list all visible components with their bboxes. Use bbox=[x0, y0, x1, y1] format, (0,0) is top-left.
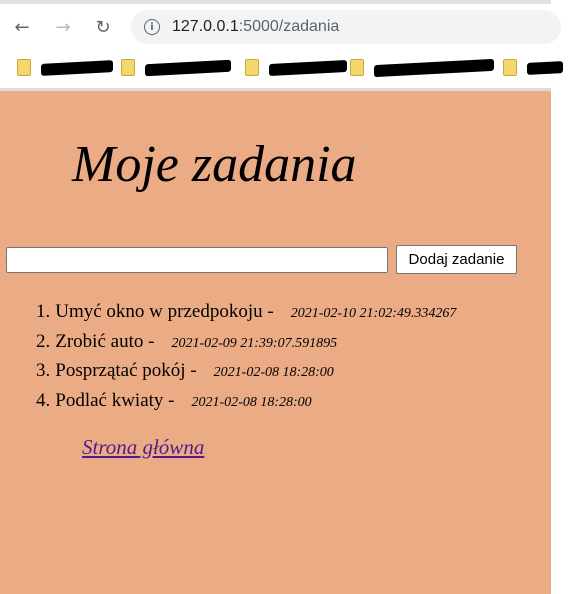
task-timestamp: 2021-02-09 21:39:07.591895 bbox=[171, 335, 338, 351]
url-host: 127.0.0.1 bbox=[172, 18, 239, 35]
task-list: 1. Umyć okno w przedpokoju - 2021-02-10 … bbox=[36, 301, 456, 419]
address-bar[interactable]: i 127.0.0.1:5000/zadania bbox=[131, 10, 561, 44]
bookmark-item[interactable] bbox=[245, 59, 347, 76]
folder-icon bbox=[17, 59, 31, 76]
task-timestamp: 2021-02-08 18:28:00 bbox=[191, 394, 312, 410]
bookmarks-bar bbox=[0, 48, 571, 88]
reload-icon[interactable]: ↻ bbox=[90, 14, 116, 40]
redacted-label bbox=[374, 58, 494, 77]
address-url[interactable]: 127.0.0.1:5000/zadania bbox=[172, 18, 339, 36]
task-name: Zrobić auto - bbox=[55, 330, 155, 352]
task-item: 2. Zrobić auto - 2021-02-09 21:39:07.591… bbox=[36, 331, 456, 361]
page-title: Moje zadania bbox=[72, 136, 357, 193]
task-item: 1. Umyć okno w przedpokoju - 2021-02-10 … bbox=[36, 301, 456, 331]
forward-icon[interactable]: → bbox=[50, 14, 76, 40]
task-number: 4. bbox=[36, 389, 51, 411]
back-icon[interactable]: ← bbox=[9, 14, 35, 40]
browser-toolbar: ← → ↻ i 127.0.0.1:5000/zadania bbox=[0, 4, 571, 48]
task-timestamp: 2021-02-10 21:02:49.334267 bbox=[290, 306, 457, 321]
task-item: 4. Podlać kwiaty - 2021-02-08 18:28:00 bbox=[36, 390, 456, 420]
task-input[interactable] bbox=[6, 247, 388, 273]
redacted-label bbox=[41, 59, 113, 76]
bookmark-item[interactable] bbox=[121, 59, 231, 76]
page-content: Moje zadania Dodaj zadanie 1. Umyć okno … bbox=[0, 91, 551, 594]
home-link[interactable]: Strona główna bbox=[82, 435, 204, 460]
info-icon[interactable]: i bbox=[144, 19, 160, 35]
bookmark-item[interactable] bbox=[17, 59, 113, 76]
folder-icon bbox=[245, 59, 259, 76]
folder-icon bbox=[350, 59, 364, 76]
url-path: :5000/zadania bbox=[238, 18, 340, 35]
add-task-button[interactable]: Dodaj zadanie bbox=[396, 245, 517, 274]
task-number: 2. bbox=[36, 330, 51, 352]
task-name: Podlać kwiaty - bbox=[55, 389, 175, 411]
task-item: 3. Posprzątać pokój - 2021-02-08 18:28:0… bbox=[36, 360, 456, 390]
redacted-label bbox=[269, 59, 347, 76]
bookmark-item[interactable] bbox=[350, 58, 494, 77]
bookmark-item[interactable] bbox=[503, 59, 563, 76]
redacted-label bbox=[145, 59, 231, 76]
task-number: 1. bbox=[36, 301, 51, 322]
folder-icon bbox=[503, 59, 517, 76]
task-name: Umyć okno w przedpokoju - bbox=[55, 301, 274, 322]
task-timestamp: 2021-02-08 18:28:00 bbox=[213, 365, 334, 380]
redacted-label bbox=[527, 60, 563, 75]
task-number: 3. bbox=[36, 360, 51, 381]
task-name: Posprzątać pokój - bbox=[55, 360, 197, 381]
folder-icon bbox=[121, 59, 135, 76]
